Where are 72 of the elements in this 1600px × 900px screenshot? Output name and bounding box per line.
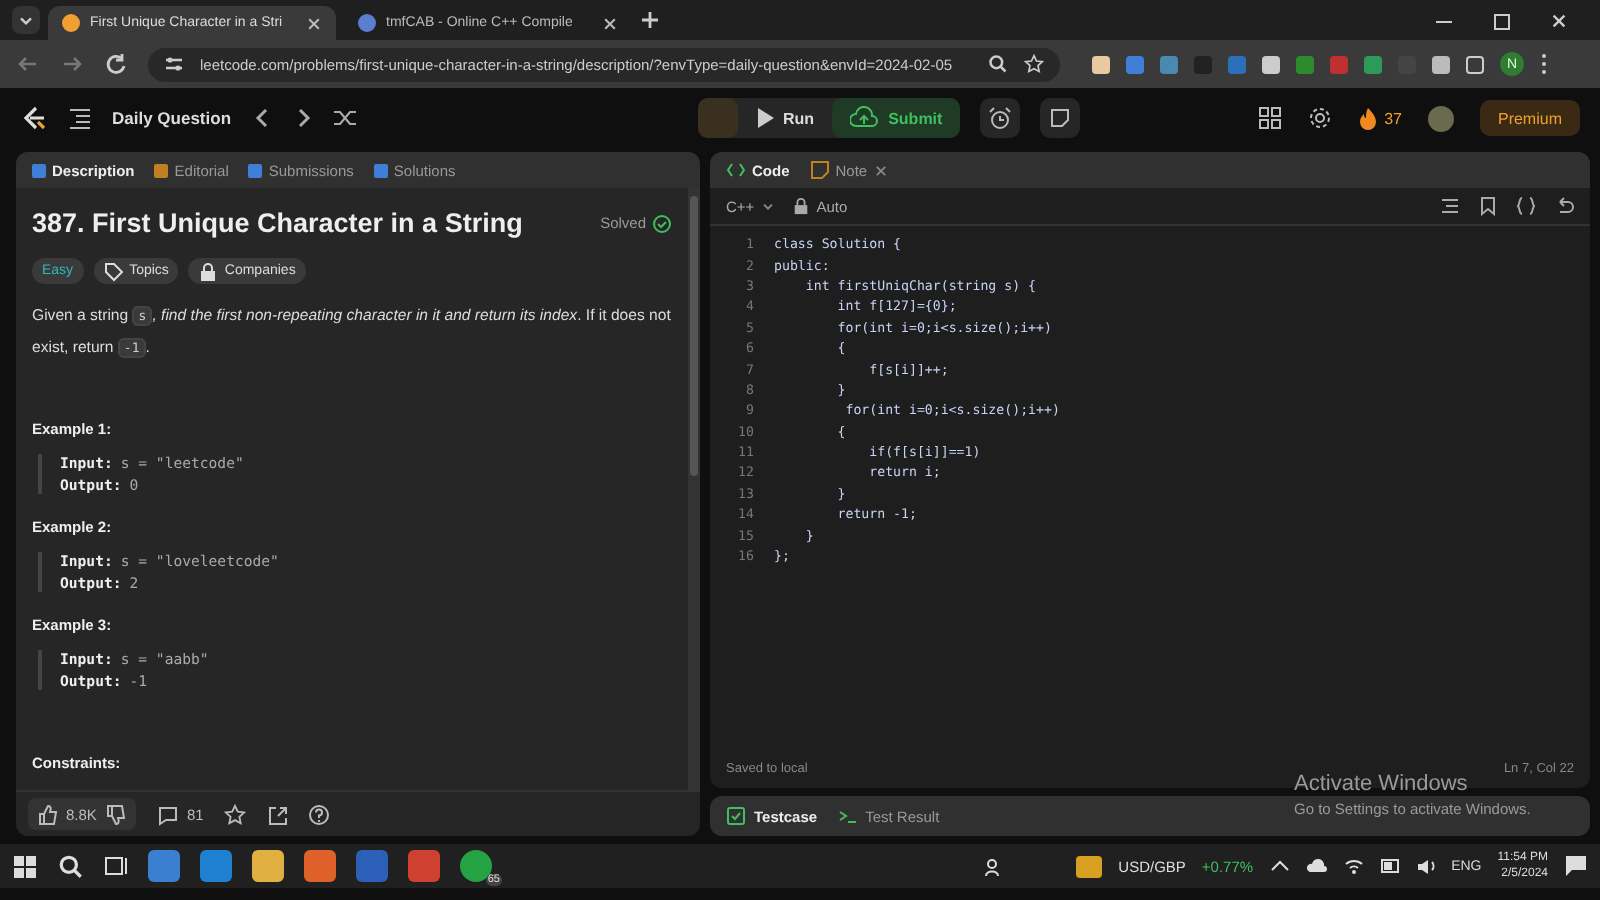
tab-icon: [154, 163, 169, 177]
problem-title: 387. First Unique Character in a String: [32, 208, 523, 238]
undo-icon[interactable]: [1554, 196, 1574, 216]
cloud-upload-icon: [850, 106, 879, 130]
close-icon[interactable]: [1550, 11, 1568, 29]
settings-icon[interactable]: [1308, 106, 1333, 130]
chevron-down-icon: [760, 198, 777, 214]
alarm-clock-button[interactable]: [980, 98, 1021, 138]
lock-icon: [198, 261, 219, 281]
list-icon[interactable]: [68, 106, 92, 130]
share-icon[interactable]: [265, 803, 288, 825]
note-button[interactable]: [1040, 98, 1081, 138]
format-icon[interactable]: [1440, 196, 1460, 216]
zoom-icon[interactable]: [988, 54, 1008, 74]
windows-start-icon[interactable]: [12, 853, 38, 879]
side-panel-icon[interactable]: [1466, 55, 1484, 73]
chevron-left-icon[interactable]: [251, 106, 272, 130]
bookmark-star-icon[interactable]: [1024, 54, 1044, 74]
chevron-up-icon[interactable]: [1269, 858, 1290, 874]
whatsapp-app-icon[interactable]: [460, 850, 492, 882]
scrollbar[interactable]: [688, 188, 700, 790]
play-icon: [755, 106, 774, 130]
shuffle-icon[interactable]: [331, 106, 358, 130]
streak-count: 37: [1384, 109, 1402, 127]
flame-icon: [1358, 106, 1379, 130]
reload-icon[interactable]: [104, 52, 128, 76]
globe-icon: [358, 14, 376, 32]
search-icon[interactable]: [58, 853, 84, 879]
battery-icon[interactable]: [1379, 856, 1400, 876]
logo-icon[interactable]: [20, 104, 48, 132]
tab-icon: [32, 163, 46, 177]
close-icon[interactable]: [306, 15, 322, 31]
terminal-icon: [837, 806, 858, 826]
plus-icon[interactable]: [640, 10, 660, 30]
note-icon: [809, 160, 830, 180]
checkbox-icon: [726, 806, 746, 826]
lock-icon: [792, 196, 811, 216]
help-icon[interactable]: [307, 803, 330, 825]
tab-icon: [248, 163, 263, 177]
bookmark-icon[interactable]: [1478, 196, 1498, 216]
maximize-icon[interactable]: [1492, 11, 1510, 29]
comment-icon: [156, 803, 179, 825]
cloud-icon[interactable]: [1305, 857, 1328, 875]
activation-notice-title: Activate Windows: [1294, 772, 1470, 796]
submit-button[interactable]: Submit: [832, 98, 961, 138]
star-icon[interactable]: [223, 803, 246, 825]
back-arrow-icon[interactable]: [16, 52, 40, 76]
braces-icon[interactable]: [1516, 196, 1536, 216]
note-icon: [1048, 106, 1073, 130]
notifications-icon[interactable]: [1564, 854, 1588, 878]
forward-arrow-icon[interactable]: [60, 52, 84, 76]
alarm-clock-icon: [988, 106, 1013, 130]
people-icon[interactable]: [984, 855, 1005, 877]
daily-question-link[interactable]: Daily Question: [112, 108, 232, 128]
user-avatar[interactable]: [1427, 105, 1454, 131]
tab-icon: [373, 163, 388, 177]
site-settings-icon[interactable]: [164, 54, 184, 74]
wifi-icon[interactable]: [1343, 856, 1364, 876]
tag-icon: [103, 261, 124, 281]
site-icon: [62, 14, 80, 32]
task-view-icon[interactable]: [104, 854, 128, 878]
more-icon[interactable]: [1540, 52, 1548, 76]
check-circle-icon: [652, 213, 672, 233]
speaker-icon[interactable]: [1415, 856, 1436, 876]
thumbs-up-icon: [38, 803, 58, 825]
code-icon: [726, 160, 746, 180]
run-button[interactable]: Run: [737, 98, 833, 138]
close-icon[interactable]: [602, 15, 618, 31]
premium-button[interactable]: Premium: [1479, 100, 1580, 136]
thumbs-down-icon[interactable]: [106, 803, 127, 825]
grid-icon[interactable]: [1258, 106, 1283, 130]
tab-list-button[interactable]: [12, 6, 40, 34]
